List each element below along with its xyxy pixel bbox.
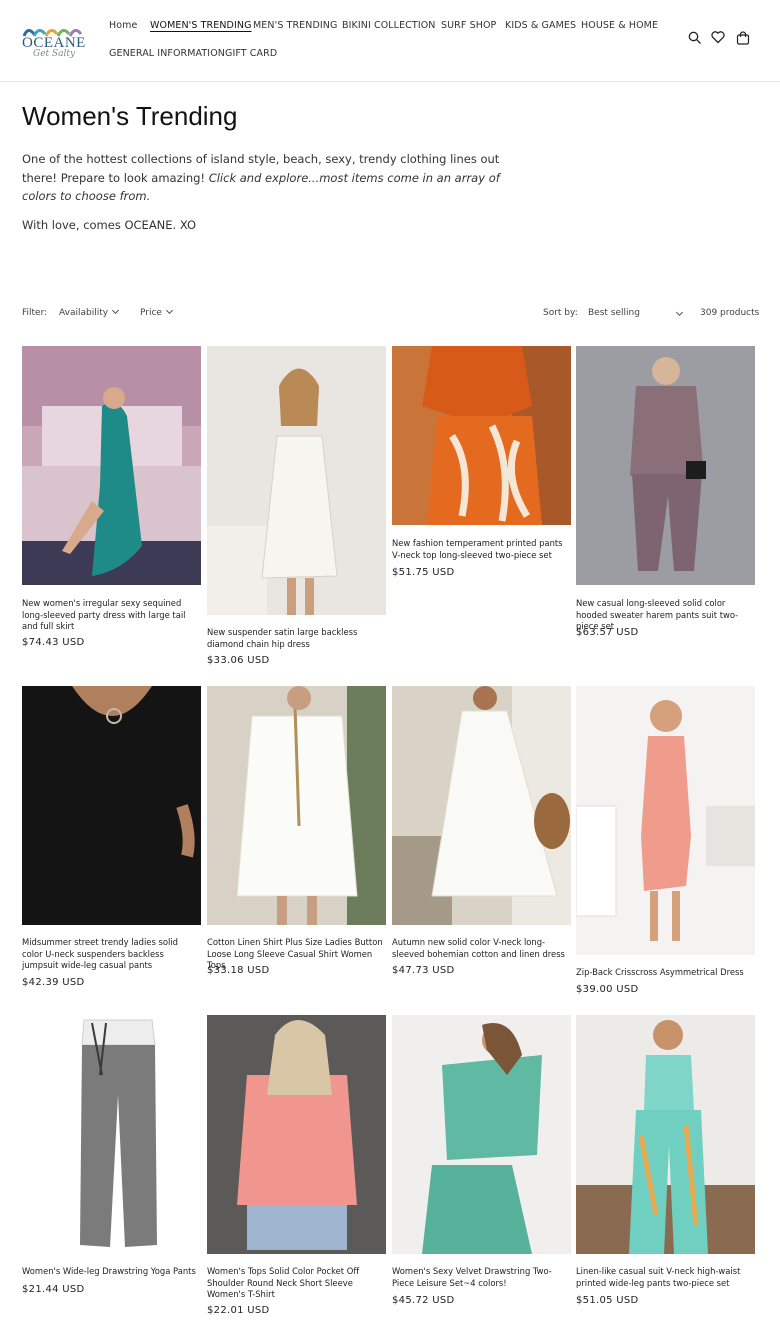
availability-label: Availability xyxy=(59,308,109,318)
product-image[interactable] xyxy=(576,346,755,585)
crisscross-dress-photo xyxy=(576,686,755,955)
product-image[interactable] xyxy=(22,686,201,925)
product-price: $33.06 USD xyxy=(207,655,270,666)
product-price: $33.18 USD xyxy=(207,965,270,976)
price-filter[interactable]: Price xyxy=(140,306,174,318)
product-image[interactable] xyxy=(207,1015,386,1254)
nav-house-home[interactable]: HOUSE & HOME xyxy=(581,20,658,31)
product-title[interactable]: Autumn new solid color V-neck long-sleev… xyxy=(392,937,571,960)
product-image[interactable] xyxy=(207,346,386,615)
hooded-set-photo xyxy=(576,346,755,585)
chevron-down-icon xyxy=(112,306,120,315)
store-logo[interactable]: OCEANE Get Salty xyxy=(20,24,86,64)
sort-value: Best selling xyxy=(588,308,640,318)
availability-filter[interactable]: Availability xyxy=(59,306,120,318)
product-title[interactable]: Women's Sexy Velvet Drawstring Two-Piece… xyxy=(392,1266,571,1289)
product-title[interactable]: New suspender satin large backless diamo… xyxy=(207,627,386,650)
black-jumpsuit-photo xyxy=(22,686,201,925)
heart-icon[interactable] xyxy=(710,29,726,45)
cart-icon[interactable] xyxy=(735,30,751,46)
product-price: $51.75 USD xyxy=(392,567,455,578)
linen-suit-photo xyxy=(576,1015,755,1254)
nav-general-information[interactable]: GENERAL INFORMATION xyxy=(109,48,225,59)
page-title: Women's Trending xyxy=(22,101,238,131)
nav-surf-shop[interactable]: SURF SHOP xyxy=(441,20,496,31)
product-image[interactable] xyxy=(392,686,571,925)
product-price: $45.72 USD xyxy=(392,1295,455,1306)
product-price: $74.43 USD xyxy=(22,637,85,648)
chevron-down-icon xyxy=(675,308,684,317)
yoga-pants-photo xyxy=(22,1015,201,1254)
product-price: $42.39 USD xyxy=(22,977,85,988)
sort-select[interactable]: Best selling xyxy=(588,308,684,318)
boho-dress-photo xyxy=(392,686,571,925)
product-price: $51.05 USD xyxy=(576,1295,639,1306)
nav-mens-trending[interactable]: MEN'S TRENDING xyxy=(253,20,337,31)
product-title[interactable]: Zip-Back Crisscross Asymmetrical Dress xyxy=(576,967,755,979)
pink-tshirt-photo xyxy=(207,1015,386,1254)
site-header: OCEANE Get Salty Home WOMEN'S TRENDING M… xyxy=(0,0,780,82)
search-icon[interactable] xyxy=(687,30,703,46)
nav-gift-card[interactable]: GIFT CARD xyxy=(225,48,277,59)
nav-bikini-collection[interactable]: BIKINI COLLECTION xyxy=(342,20,436,31)
velvet-set-photo xyxy=(392,1015,571,1254)
logo-tagline: Get Salty xyxy=(33,49,76,59)
product-title[interactable]: Linen-like casual suit V-neck high-waist… xyxy=(576,1266,755,1289)
satin-dress-photo xyxy=(207,346,386,615)
sort-label: Sort by: xyxy=(543,308,578,318)
filter-bar: Filter: Availability Price Sort by: Best… xyxy=(22,306,760,322)
filter-label: Filter: xyxy=(22,308,48,318)
product-image[interactable] xyxy=(576,1015,755,1254)
nav-womens-trending[interactable]: WOMEN'S TRENDING xyxy=(150,20,252,31)
product-price: $47.73 USD xyxy=(392,965,455,976)
product-title[interactable]: New women's irregular sexy sequined long… xyxy=(22,598,201,633)
product-image[interactable] xyxy=(207,686,386,925)
product-image[interactable] xyxy=(392,346,571,525)
product-image[interactable] xyxy=(392,1015,571,1254)
product-title[interactable]: Midsummer street trendy ladies solid col… xyxy=(22,937,201,972)
linen-shirt-photo xyxy=(207,686,386,925)
collection-signoff: With love, comes OCEANE. XO xyxy=(22,218,197,232)
product-price: $22.01 USD xyxy=(207,1305,270,1316)
product-price: $63.57 USD xyxy=(576,627,639,638)
product-image[interactable] xyxy=(576,686,755,955)
price-label: Price xyxy=(140,308,162,318)
product-price: $39.00 USD xyxy=(576,984,639,995)
nav-home[interactable]: Home xyxy=(109,20,137,31)
product-image[interactable] xyxy=(22,346,201,585)
sequin-dress-photo xyxy=(22,346,201,585)
nav-kids-games[interactable]: KIDS & GAMES xyxy=(505,20,576,31)
product-price: $21.44 USD xyxy=(22,1284,85,1295)
chevron-down-icon xyxy=(165,306,174,315)
collection-description: One of the hottest collections of island… xyxy=(22,150,512,206)
product-title[interactable]: Women's Wide-leg Drawstring Yoga Pants xyxy=(22,1266,201,1278)
product-title[interactable]: Women's Tops Solid Color Pocket Off Shou… xyxy=(207,1266,386,1301)
product-title[interactable]: New fashion temperament printed pants V-… xyxy=(392,538,571,561)
product-count: 309 products xyxy=(700,308,760,318)
product-image[interactable] xyxy=(22,1015,201,1254)
orange-set-photo xyxy=(392,346,571,525)
